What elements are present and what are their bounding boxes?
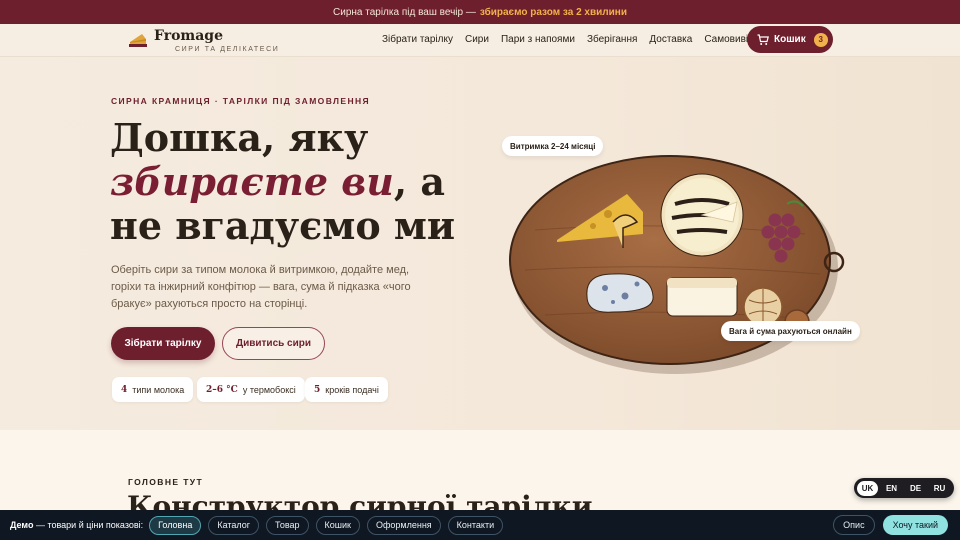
demo-actions: Опис Хочу такий [833, 515, 948, 535]
stat-label: кроків подачі [325, 384, 379, 395]
hero-lead: Оберіть сири за типом молока й витримкою… [111, 264, 411, 310]
lang-ru[interactable]: RU [929, 481, 950, 496]
view-cheeses-button[interactable]: Дивитись сири [222, 327, 325, 360]
demo-label: Демо — товари й ціни показові: [10, 520, 143, 530]
stat-value: 4 [121, 384, 128, 395]
lang-de[interactable]: DE [905, 481, 926, 496]
demo-chip-contacts[interactable]: Контакти [447, 515, 504, 535]
nav-build-plate[interactable]: Зібрати тарілку [382, 34, 453, 45]
weight-sum-tag: Вага й сума рахуються онлайн [721, 321, 860, 341]
lang-uk[interactable]: UK [857, 480, 878, 496]
stat-label: у термобоксі [242, 384, 296, 395]
demo-chip-catalog[interactable]: Каталог [208, 515, 260, 535]
main-nav: Зібрати тарілку Сири Пари з напоями Збер… [382, 34, 753, 45]
stat-label: типи молока [132, 384, 185, 395]
nav-cheeses[interactable]: Сири [465, 34, 489, 45]
demo-chip-checkout[interactable]: Оформлення [366, 515, 441, 535]
build-plate-button[interactable]: Зібрати тарілку [111, 327, 215, 360]
promo-highlight: збираємо разом за 2 хвилини [479, 6, 627, 18]
logo[interactable]: Fromage СИРИ ТА ДЕЛІКАТЕСИ [128, 28, 279, 53]
cart-icon [757, 33, 769, 45]
cart-count-badge: 3 [813, 32, 828, 47]
stat-serving-steps: 5 кроків подачі [305, 377, 388, 402]
promo-text: Сирна тарілка під ваш вечір — [333, 6, 476, 18]
cheese-logo-icon [129, 34, 147, 47]
logo-subtitle: СИРИ ТА ДЕЛІКАТЕСИ [175, 46, 280, 53]
nav-storage[interactable]: Зберігання [587, 34, 637, 45]
language-switcher: UK EN DE RU [854, 478, 954, 498]
demo-chip-product[interactable]: Товар [266, 515, 309, 535]
aging-tag: Витримка 2–24 місяці [502, 136, 604, 156]
hero-title-after-accent: , а [393, 159, 445, 204]
hero-title: Дошка, яку збираєте ви, а не вгадуємо ми [110, 116, 490, 248]
demo-label-rest: — товари й ціни показові: [35, 520, 144, 530]
hero-title-line1: Дошка, яку [110, 115, 369, 160]
section-eyebrow: ГОЛОВНЕ ТУТ [128, 477, 204, 487]
demo-bar: Демо — товари й ціни показові: Головна К… [0, 510, 960, 540]
nav-delivery[interactable]: Доставка [649, 34, 692, 45]
nav-pickup[interactable]: Самовивіз [704, 34, 752, 45]
promo-bar: Сирна тарілка під ваш вечір — збираємо р… [0, 0, 960, 24]
demo-about-button[interactable]: Опис [833, 515, 875, 535]
blue-cheese [586, 273, 654, 313]
demo-chip-cart[interactable]: Кошик [315, 515, 360, 535]
lang-en[interactable]: EN [881, 481, 902, 496]
logo-name: Fromage [154, 28, 223, 44]
cart-button[interactable]: Кошик 3 [747, 26, 833, 53]
stat-value: 2–6 °C [206, 384, 238, 395]
hero-eyebrow: СИРНА КРАМНИЦЯ · ТАРІЛКИ ПІД ЗАМОВЛЕННЯ [111, 96, 371, 106]
site-header: Fromage СИРИ ТА ДЕЛІКАТЕСИ Зібрати таріл… [0, 24, 960, 57]
stat-milk-types: 4 типи молока [112, 377, 194, 402]
stat-value: 5 [314, 384, 321, 395]
stat-temperature: 2–6 °C у термобоксі [197, 377, 305, 402]
hero-title-line3: не вгадуємо ми [110, 203, 456, 248]
cheese-board-illustration [509, 155, 845, 374]
nav-pairings[interactable]: Пари з напоями [501, 34, 575, 45]
demo-want-button[interactable]: Хочу такий [882, 515, 948, 535]
cart-label: Кошик [774, 34, 806, 45]
demo-label-bold: Демо [10, 520, 34, 530]
demo-chip-home[interactable]: Головна [149, 515, 202, 535]
hero-title-accent: збираєте ви [110, 159, 394, 204]
